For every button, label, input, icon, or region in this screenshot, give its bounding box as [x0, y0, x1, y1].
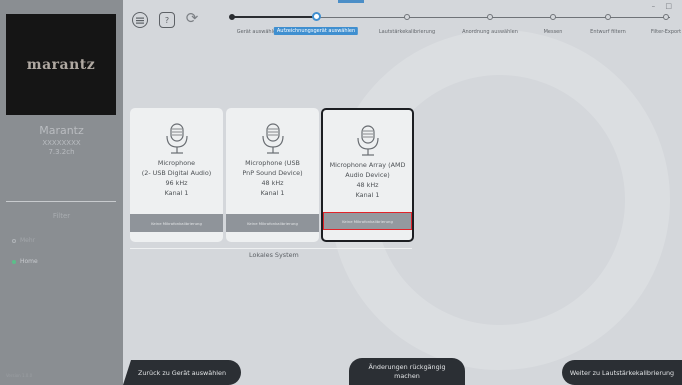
device-card-details: Microphone (2- USB Digital Audio) 96 kHz…: [134, 158, 219, 198]
device-channel: Kanal 1: [164, 189, 189, 197]
microphone-icon: [162, 122, 192, 156]
refresh-button[interactable]: ⟳: [184, 9, 200, 27]
mic-calibration-button[interactable]: Keine Mikrofonkalibrierung: [130, 214, 223, 232]
step-dot-5[interactable]: [550, 14, 556, 20]
device-name-line2: Audio Device): [345, 171, 390, 179]
step-dot-7[interactable]: [663, 14, 669, 20]
filter-option-mehr[interactable]: Mehr: [12, 237, 35, 244]
device-name-line2: PnP Sound Device): [242, 169, 303, 177]
microphone-icon: [353, 124, 383, 158]
device-name-line1: Microphone Array (AMD: [329, 161, 406, 169]
help-icon: ?: [164, 15, 170, 25]
menu-button[interactable]: [132, 12, 148, 28]
device-channel: Kanal 1: [355, 191, 380, 199]
device-channel: Kanal 1: [260, 189, 285, 197]
filter-option-label: Mehr: [20, 237, 36, 244]
version-text: Version 1.0.0: [6, 373, 33, 378]
step-dot-2[interactable]: [312, 12, 321, 21]
device-name-line2: (2- USB Digital Audio): [141, 169, 212, 177]
step-label-5[interactable]: Messen: [544, 29, 563, 35]
brand-logo-text: marantz: [26, 56, 96, 73]
device-name: Marantz: [39, 124, 84, 137]
device-card-3[interactable]: Microphone Array (AMD Audio Device) 48 k…: [321, 108, 414, 242]
device-serial: XXXXXXXX: [42, 139, 81, 147]
step-indicator-tab: [338, 0, 364, 3]
step-label-3[interactable]: Lautstärkekalibrierung: [379, 29, 435, 35]
sidebar: marantz Marantz XXXXXXXX 7.3.2ch Filter …: [0, 0, 123, 385]
device-channels: 7.3.2ch: [48, 148, 75, 156]
device-name-line1: Microphone (USB: [245, 159, 300, 167]
filter-option-home[interactable]: Home: [12, 258, 38, 265]
system-divider: [130, 248, 412, 249]
device-sample-rate: 48 kHz: [261, 179, 284, 187]
brand-logo: marantz: [6, 14, 116, 115]
mic-calibration-button[interactable]: Keine Mikrofonkalibrierung: [323, 212, 412, 230]
filter-label: Filter: [52, 212, 71, 220]
device-sample-rate: 96 kHz: [165, 179, 188, 187]
device-card-details: Microphone (USB PnP Sound Device) 48 kHz…: [230, 158, 315, 198]
system-label: Lokales System: [249, 251, 299, 259]
step-dot-1[interactable]: [229, 14, 235, 20]
filter-option-label: Home: [20, 258, 38, 265]
mic-calibration-button[interactable]: Keine Mikrofonkalibrierung: [226, 214, 319, 232]
device-card-2[interactable]: Microphone (USB PnP Sound Device) 48 kHz…: [226, 108, 319, 242]
device-sample-rate: 48 kHz: [356, 181, 379, 189]
microphone-icon: [258, 122, 288, 156]
sidebar-divider: [6, 201, 116, 202]
undo-changes-button[interactable]: Änderungen rückgängig machen: [349, 358, 465, 385]
back-button[interactable]: Zurück zu Gerät auswählen: [123, 360, 241, 385]
next-button[interactable]: Weiter zu Lautstärkekalibrierung: [562, 360, 682, 385]
step-dot-4[interactable]: [487, 14, 493, 20]
window-controls[interactable]: – □: [652, 2, 676, 10]
radio-selected-icon: [12, 259, 16, 264]
refresh-icon: ⟳: [185, 9, 199, 27]
step-label-7[interactable]: Filter-Export: [651, 29, 681, 35]
radio-icon: [12, 238, 16, 243]
step-dot-3[interactable]: [404, 14, 410, 20]
step-label-2[interactable]: Aufzeichnungsgerät auswählen: [273, 27, 359, 35]
stepper-track-done: [232, 16, 316, 18]
device-card-1[interactable]: Microphone (2- USB Digital Audio) 96 kHz…: [130, 108, 223, 242]
hamburger-icon: [136, 17, 144, 24]
step-label-4[interactable]: Anordnung auswählen: [462, 29, 518, 35]
help-button[interactable]: ?: [159, 12, 175, 28]
device-card-details: Microphone Array (AMD Audio Device) 48 k…: [327, 160, 408, 200]
step-label-6[interactable]: Entwurf filtern: [590, 29, 626, 35]
device-name-line1: Microphone: [157, 159, 196, 167]
step-dot-6[interactable]: [605, 14, 611, 20]
